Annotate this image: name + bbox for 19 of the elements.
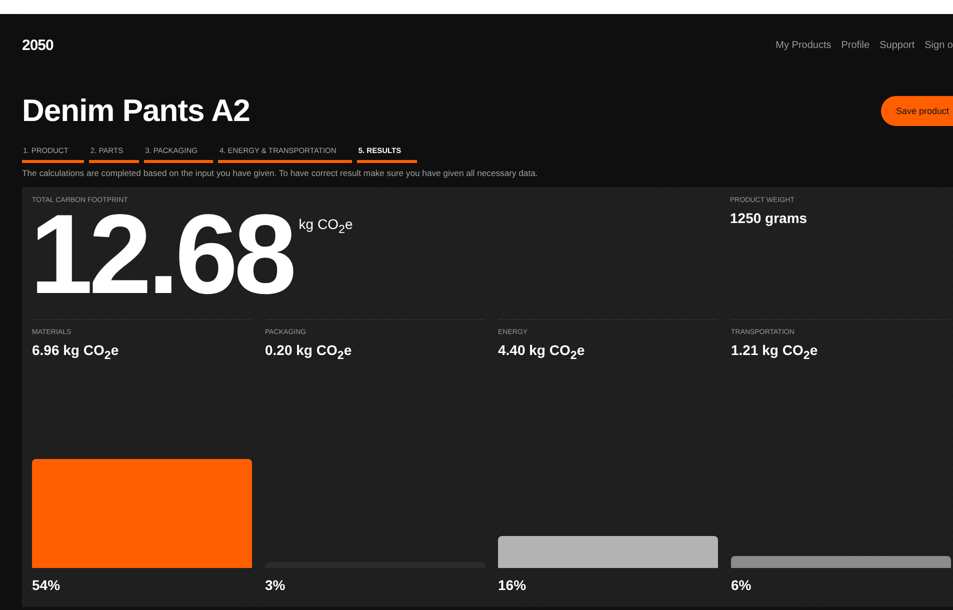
category-percent: 16%: [498, 577, 528, 595]
logo[interactable]: 2050: [22, 36, 54, 54]
total-value: 12.68: [30, 204, 293, 304]
category-percent: 6%: [731, 577, 752, 595]
category-percent: 54%: [32, 577, 62, 595]
category-value: 6.96 kg CO$_{2}$e: [32, 342, 120, 362]
category-value: 4.40 kg CO$_{2}$e: [498, 342, 586, 362]
nav-link[interactable]: Profile: [841, 40, 870, 50]
description-text: The calculations are completed based on the input you have given. To have correct result make sure you have given all necessary data.: [22, 168, 539, 178]
category-percent: 3%: [265, 577, 286, 595]
category-value: 1.21 kg CO$_{2}$e: [731, 342, 819, 362]
save-product-button[interactable]: Save product: [881, 96, 953, 126]
nav-link[interactable]: Sign o: [924, 40, 953, 50]
nav-link[interactable]: My Products: [776, 40, 832, 50]
page-title: Denim Pants A2: [22, 93, 250, 129]
total-unit: kg CO$_{2}$e: [298, 216, 353, 236]
weight-value: 1250 grams: [730, 210, 808, 226]
nav-link[interactable]: Support: [880, 40, 915, 50]
category-value: 0.20 kg CO$_{2}$e: [265, 342, 353, 362]
